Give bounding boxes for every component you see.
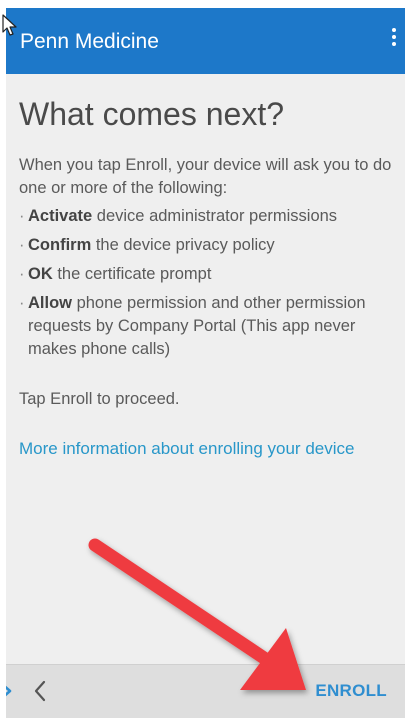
step-action: Allow [28,294,72,312]
list-item: · OK the certificate prompt [19,263,403,286]
page-title: What comes next? [19,96,284,132]
step-text: the device privacy policy [91,236,275,254]
bullet: · [19,207,25,225]
step-text: phone permission and other permission re… [28,294,366,358]
overflow-menu-icon[interactable] [387,25,401,55]
step-action: Activate [28,207,93,225]
enroll-button[interactable]: ENROLL [315,681,387,701]
back-arrow-icon[interactable] [6,681,14,701]
bullet: · [19,294,25,312]
main-content: What comes next? When you tap Enroll, yo… [19,94,403,461]
app-title: Penn Medicine [20,30,159,53]
app-bar: Penn Medicine [6,8,405,74]
step-action: OK [28,265,53,283]
list-item: · Confirm the device privacy policy [19,234,403,257]
chevron-left-icon[interactable] [32,679,48,703]
step-action: Confirm [28,236,92,254]
more-info-link[interactable]: More information about enrolling your de… [19,437,379,461]
steps-list: · Activate device administrator permissi… [19,205,403,361]
intro-text: When you tap Enroll, your device will as… [19,156,392,197]
list-item: · Allow phone permission and other permi… [19,292,403,361]
mouse-cursor-icon [2,14,17,36]
bullet: · [19,265,25,283]
step-text: the certificate prompt [52,265,212,283]
step-text: device administrator permissions [92,207,338,225]
bottom-bar: ENROLL [6,664,405,718]
proceed-text: Tap Enroll to proceed. [19,390,180,408]
phone-screen: Penn Medicine What comes next? When you … [6,8,405,718]
bullet: · [19,236,25,254]
list-item: · Activate device administrator permissi… [19,205,403,228]
